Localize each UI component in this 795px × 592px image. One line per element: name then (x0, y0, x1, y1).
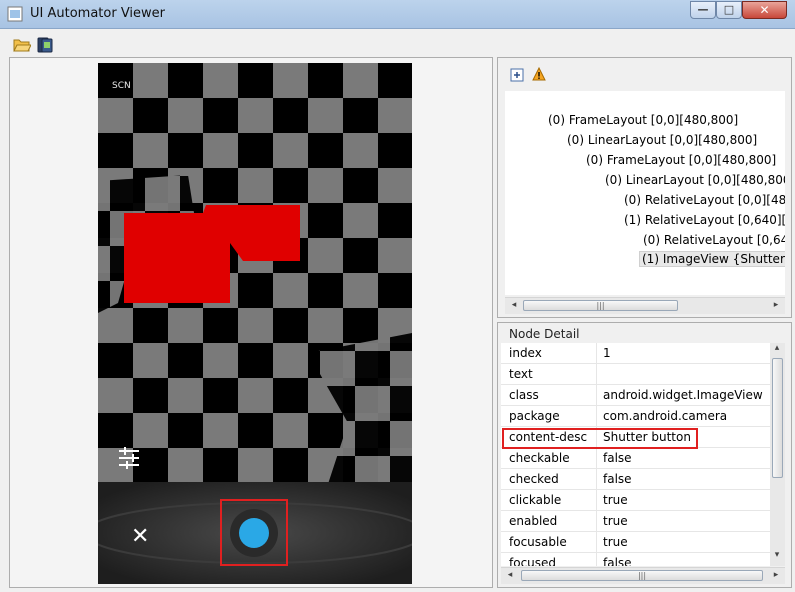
table-row[interactable]: checked false (501, 469, 770, 490)
maximize-icon: □ (723, 3, 735, 16)
prop-key: class (509, 388, 539, 402)
prop-key: checked (509, 472, 559, 486)
scroll-right-icon[interactable]: ▸ (769, 570, 783, 580)
prop-value[interactable]: true (603, 514, 628, 528)
minimize-button[interactable]: — (690, 1, 716, 19)
tree-node[interactable]: (0) RelativeLayout [0,640 (643, 233, 785, 247)
table-row[interactable]: index 1 (501, 343, 770, 364)
table-row[interactable]: package com.android.camera (501, 406, 770, 427)
prop-value[interactable]: false (603, 472, 632, 486)
node-detail-table: index 1 text class android.widget.ImageVie… (501, 343, 770, 566)
title-bar: UI Automator Viewer — □ ✕ (0, 0, 795, 29)
tree-hscrollbar[interactable]: ◂ ||| ▸ (505, 297, 785, 314)
detail-hscrollbar[interactable]: ◂ ||| ▸ (501, 567, 785, 584)
table-row[interactable]: focusable true (501, 532, 770, 553)
camera-mode-label: SCN (112, 81, 131, 91)
warning-icon[interactable] (532, 67, 546, 81)
tree-node-selected[interactable]: (1) ImageView {Shutter b (639, 251, 785, 267)
tree-node[interactable]: (0) RelativeLayout [0,0][480, (624, 193, 785, 207)
hierarchy-tree[interactable]: (0) FrameLayout [0,0][480,800] (0) Linea… (505, 91, 785, 295)
prop-key: text (509, 367, 533, 381)
table-row[interactable]: enabled true (501, 511, 770, 532)
prop-value[interactable]: com.android.camera (603, 409, 727, 423)
content-desc-highlight (502, 428, 698, 449)
prop-key: enabled (509, 514, 558, 528)
shutter-button[interactable] (239, 518, 269, 548)
device-screen[interactable]: SCN ✕ (98, 63, 412, 584)
toolbar (0, 29, 795, 57)
close-button[interactable]: ✕ (742, 1, 787, 19)
detail-hscroll-thumb[interactable]: ||| (521, 570, 763, 581)
prop-value[interactable]: false (603, 451, 632, 465)
tree-node[interactable]: (0) FrameLayout [0,0][480,800] (548, 113, 738, 127)
prop-key: index (509, 346, 542, 360)
camera-preview: SCN ✕ (98, 63, 412, 584)
prop-key: package (509, 409, 560, 423)
table-row[interactable]: clickable true (501, 490, 770, 511)
prop-key: checkable (509, 451, 570, 465)
table-row[interactable]: checkable false (501, 448, 770, 469)
scroll-left-icon[interactable]: ◂ (507, 300, 521, 310)
prop-value[interactable]: true (603, 493, 628, 507)
prop-value[interactable]: android.widget.ImageView (603, 388, 763, 402)
tree-node[interactable]: (0) LinearLayout [0,0][480,800] (567, 133, 757, 147)
folder-open-icon[interactable] (13, 37, 31, 53)
app-icon (7, 6, 23, 22)
detail-vscrollbar[interactable]: ▴ ▾ (770, 343, 785, 566)
scroll-down-icon[interactable]: ▾ (770, 550, 784, 560)
maximize-button[interactable]: □ (716, 1, 742, 19)
prop-value[interactable]: 1 (603, 346, 611, 360)
prop-value[interactable]: true (603, 535, 628, 549)
sliders-icon[interactable] (119, 447, 139, 469)
table-row[interactable]: class android.widget.ImageView (501, 385, 770, 406)
prop-key: clickable (509, 493, 562, 507)
window-title: UI Automator Viewer (30, 6, 166, 21)
table-row[interactable]: text (501, 364, 770, 385)
prop-key: focused (509, 556, 557, 566)
tree-node[interactable]: (1) RelativeLayout [0,640][4 (624, 213, 785, 227)
scroll-up-icon[interactable]: ▴ (770, 343, 784, 353)
tree-node[interactable]: (0) LinearLayout [0,0][480,800] (605, 173, 785, 187)
cancel-icon[interactable]: ✕ (131, 524, 149, 549)
prop-key: focusable (509, 535, 567, 549)
tree-hscroll-thumb[interactable]: ||| (523, 300, 678, 311)
scroll-left-icon[interactable]: ◂ (503, 570, 517, 580)
tree-node[interactable]: (0) FrameLayout [0,0][480,800] (586, 153, 776, 167)
table-row[interactable]: focused false (501, 553, 770, 566)
detail-vscroll-thumb[interactable] (772, 358, 783, 478)
node-detail-title: Node Detail (509, 327, 580, 341)
minimize-icon: — (697, 3, 709, 16)
scroll-right-icon[interactable]: ▸ (769, 300, 783, 310)
prop-value[interactable]: false (603, 556, 632, 566)
device-screenshot-icon[interactable] (36, 37, 54, 53)
close-icon: ✕ (759, 3, 770, 17)
expand-all-icon[interactable] (510, 68, 524, 82)
